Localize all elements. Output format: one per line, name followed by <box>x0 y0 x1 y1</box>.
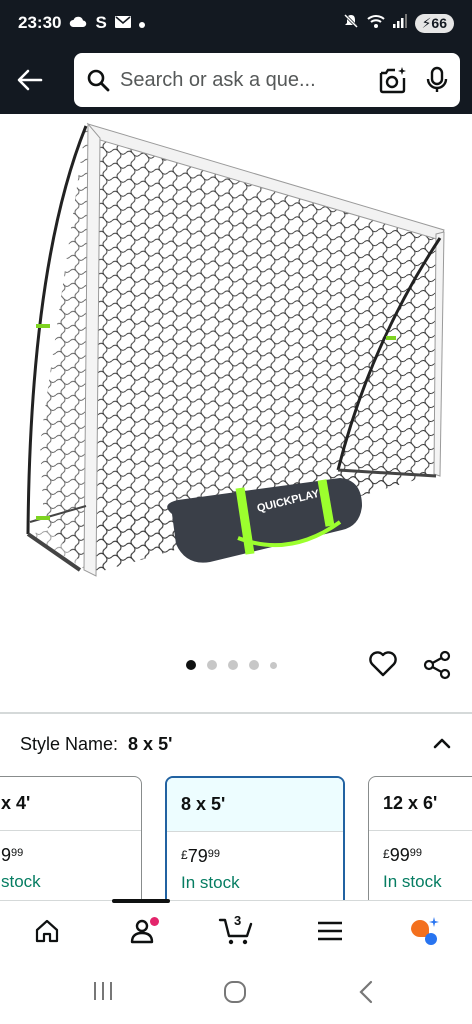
search-icon <box>86 68 110 92</box>
mail-icon <box>114 13 131 33</box>
chevron-up-icon[interactable] <box>432 734 452 755</box>
search-input[interactable] <box>120 68 368 92</box>
rufus-icon[interactable] <box>402 911 446 951</box>
style-option-selected[interactable]: 8 x 5' £7999 In stock <box>165 776 345 900</box>
camera-search-icon[interactable] <box>378 66 408 94</box>
carousel-dot[interactable] <box>270 661 277 669</box>
option-stock: In stock <box>383 872 442 891</box>
option-price: £9999 <box>369 831 472 866</box>
product-image[interactable]: QUICKPLAY <box>0 114 472 644</box>
s-icon: S <box>95 13 107 32</box>
charging-icon: ⚡ <box>421 14 432 31</box>
option-stock: In stock <box>181 873 240 892</box>
signal-icon <box>392 13 407 33</box>
back-nav-icon[interactable] <box>358 980 374 1009</box>
carousel-dot[interactable] <box>228 660 238 670</box>
notification-dot <box>150 917 159 926</box>
style-option[interactable]: 12 x 6' £9999 In stock <box>368 776 472 900</box>
search-box[interactable] <box>74 53 460 107</box>
price-fraction: 99 <box>11 847 24 859</box>
home-icon[interactable] <box>25 911 69 951</box>
bottom-nav: 3 <box>0 899 472 962</box>
option-price: £7999 <box>167 832 343 867</box>
status-left: 23:30 S <box>18 13 145 33</box>
carousel-row <box>0 644 472 690</box>
share-icon[interactable] <box>422 650 452 685</box>
status-bar: 23:30 S ⚡66 <box>0 0 472 46</box>
price-fraction: 99 <box>207 848 220 860</box>
option-title: 12 x 6' <box>369 777 472 831</box>
clock: 23:30 <box>18 13 62 32</box>
price-main: 9 <box>1 845 12 865</box>
style-option[interactable]: x 4' 999 stock <box>0 776 142 900</box>
cart-icon[interactable]: 3 <box>214 911 258 951</box>
wifi-icon <box>366 13 385 33</box>
status-right: ⚡66 <box>343 13 454 34</box>
account-icon[interactable] <box>120 911 164 951</box>
heart-icon[interactable] <box>368 650 398 683</box>
style-selected-value: 8 x 5' <box>128 733 173 754</box>
option-title: 8 x 5' <box>167 778 343 832</box>
back-arrow-icon <box>17 69 43 91</box>
home-button-icon[interactable] <box>223 980 247 1009</box>
price-fraction: 99 <box>409 847 422 859</box>
option-price: 999 <box>0 831 141 866</box>
back-button[interactable] <box>12 62 48 98</box>
system-nav <box>0 962 472 1024</box>
option-stock: stock <box>1 872 41 891</box>
option-title: x 4' <box>0 777 141 831</box>
dot-icon <box>138 13 145 33</box>
menu-icon[interactable] <box>308 911 352 951</box>
battery-indicator: ⚡66 <box>414 13 454 33</box>
battery-level: 66 <box>431 14 447 31</box>
price-currency: £ <box>181 848 188 862</box>
microphone-icon[interactable] <box>426 66 448 94</box>
style-selector-header[interactable]: Style Name: 8 x 5' <box>0 714 472 774</box>
cloud-icon <box>69 13 87 33</box>
recent-apps-icon[interactable] <box>92 980 114 1007</box>
style-options: x 4' 999 stock 8 x 5' £7999 In stock 12 … <box>0 776 472 900</box>
mute-icon <box>343 13 359 34</box>
style-label: Style Name: <box>20 733 119 754</box>
carousel-dots[interactable] <box>186 660 277 670</box>
carousel-dot[interactable] <box>249 660 259 670</box>
active-tab-indicator <box>112 899 170 903</box>
price-main: 79 <box>187 846 208 866</box>
carousel-dot[interactable] <box>207 660 217 670</box>
price-currency: £ <box>383 847 390 861</box>
carousel-dot[interactable] <box>186 660 196 670</box>
search-header <box>0 46 472 114</box>
cart-count: 3 <box>234 913 242 928</box>
price-main: 99 <box>389 845 410 865</box>
